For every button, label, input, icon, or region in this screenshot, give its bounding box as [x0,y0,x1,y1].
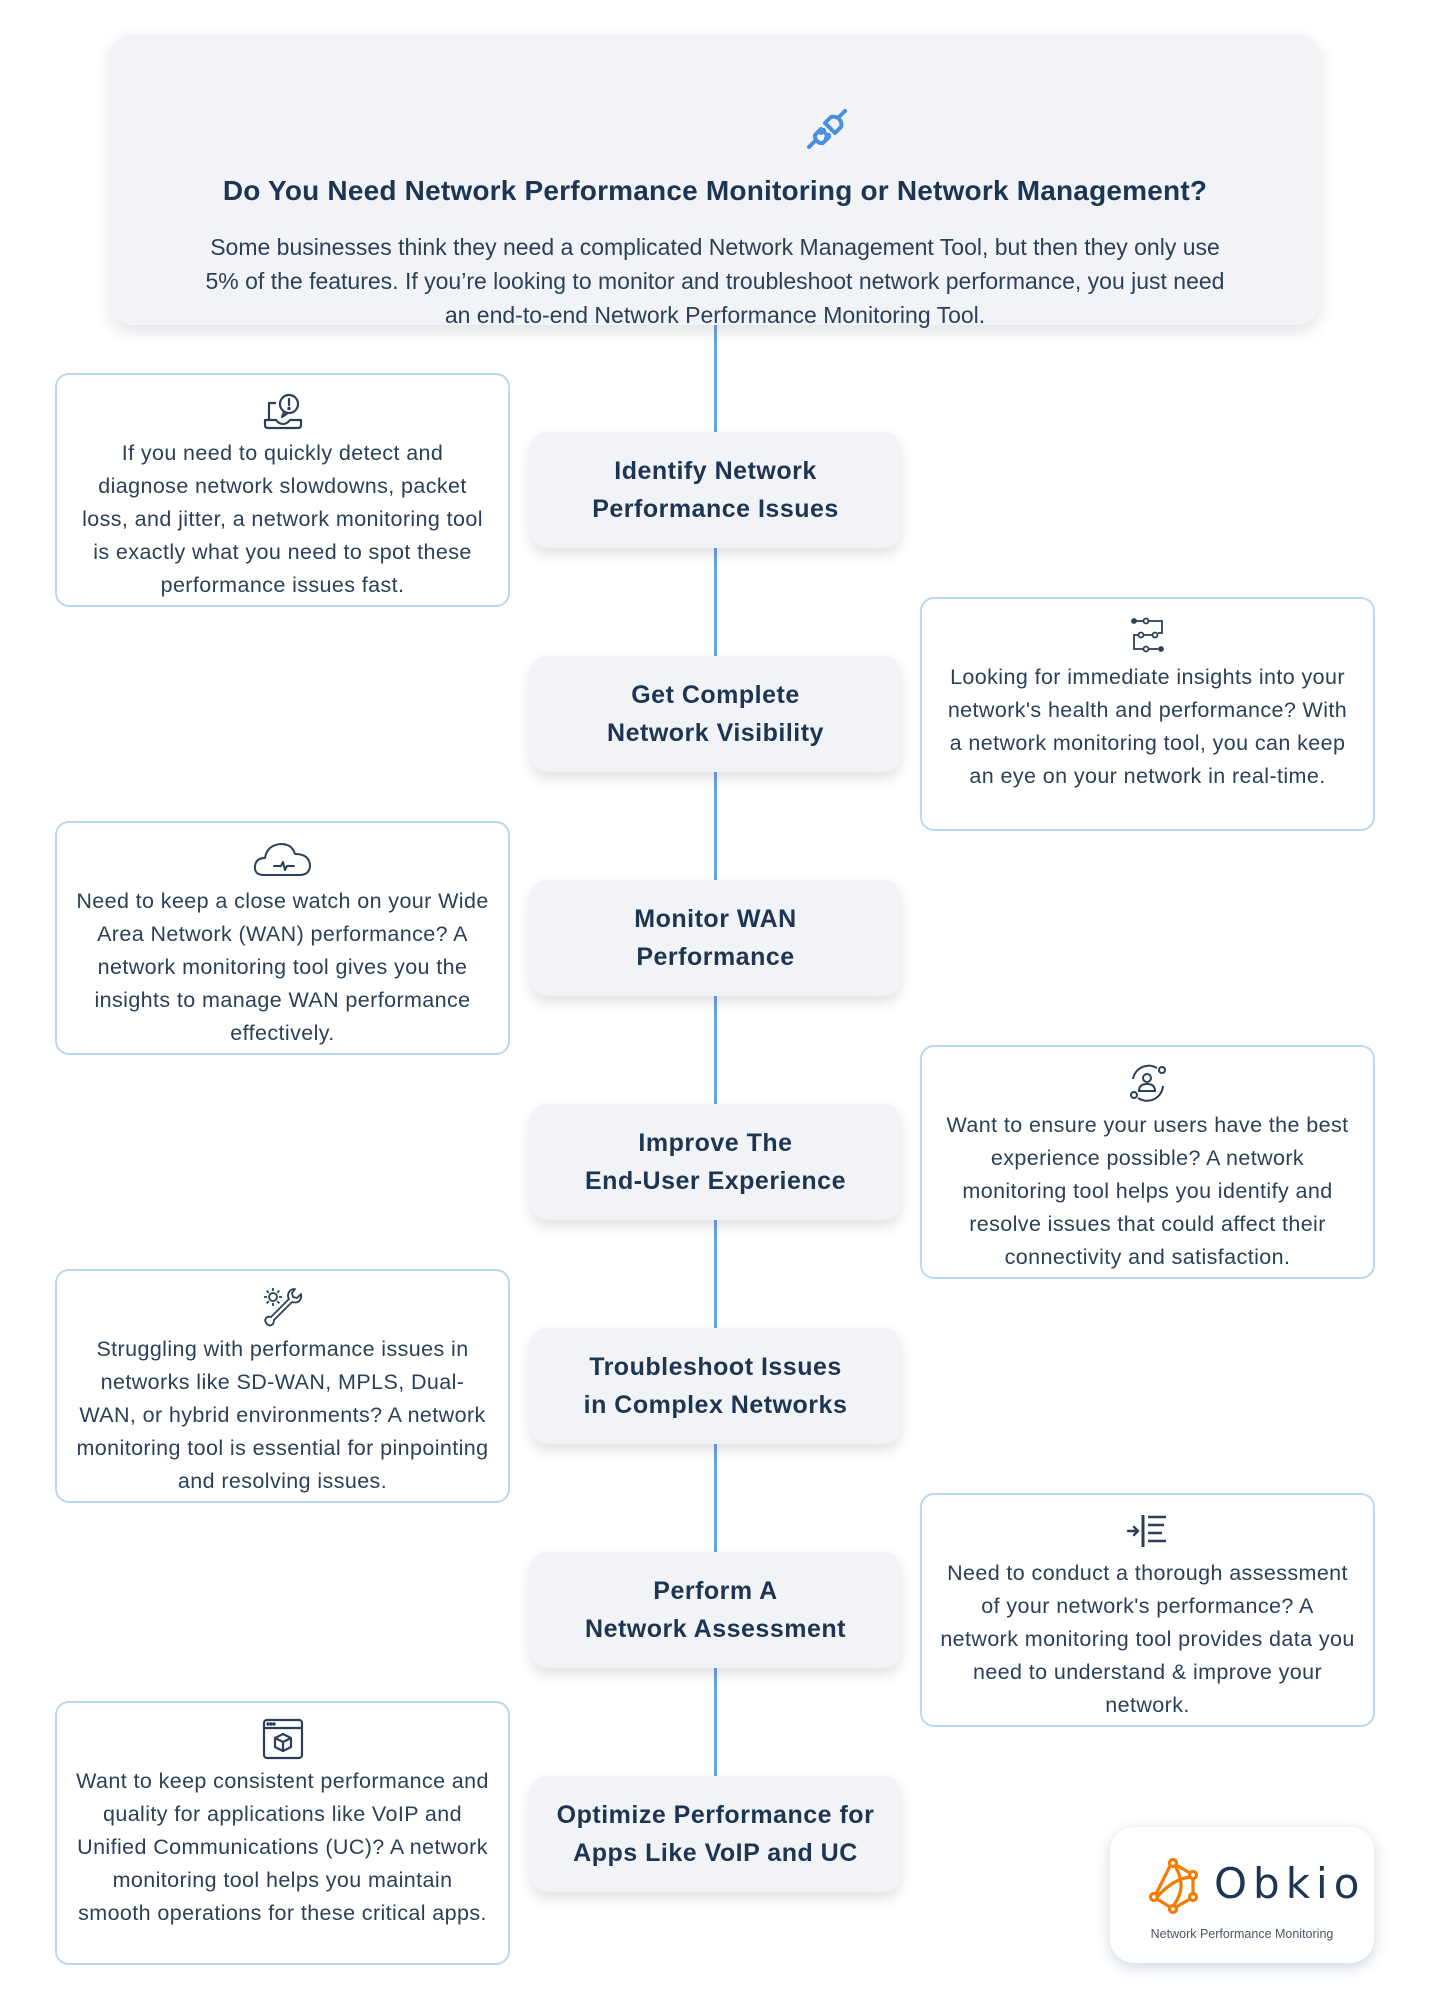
card-text: Struggling with performance issues in ne… [76,1337,489,1493]
info-card-network-assessment: Need to conduct a thorough assessment of… [920,1493,1375,1727]
info-card-identify-issues: If you need to quickly detect and diagno… [55,373,510,607]
step-label-line: Troubleshoot Issues [589,1353,842,1381]
step-monitor-wan: Monitor WAN Performance [531,880,900,996]
step-optimize-voip-uc: Optimize Performance for Apps Like VoIP a… [531,1776,900,1892]
laptop-alert-icon [57,385,508,437]
user-cycle-icon [922,1057,1373,1109]
page-title: Do You Need Network Performance Monitori… [222,175,1208,206]
step-label-line: Performance Issues [592,495,839,523]
step-label-line: Apps Like VoIP and UC [573,1839,858,1867]
cloud-pulse-icon [57,833,508,885]
step-label-line: End-User Experience [585,1167,846,1195]
step-label-line: in Complex Networks [583,1391,848,1419]
header-panel: Do You Need Network Performance Monitori… [111,35,1319,328]
step-label-line: Network Visibility [607,719,824,747]
card-text: If you need to quickly detect and diagno… [82,441,483,597]
info-card-end-user-experience: Want to ensure your users have the best … [920,1045,1375,1279]
step-end-user-experience: Improve The End-User Experience [531,1104,900,1220]
step-label-line: Performance [636,943,795,971]
step-label-line: Network Assessment [585,1615,846,1643]
step-label-line: Optimize Performance for [556,1801,875,1829]
gear-wrench-icon [57,1281,508,1333]
step-label-line: Get Complete [631,681,800,709]
info-card-troubleshoot-complex: Struggling with performance issues in ne… [55,1269,510,1503]
step-label-line: Improve The [638,1129,793,1157]
brand-tagline: Network Performance Monitoring [1150,1927,1334,1941]
step-troubleshoot-complex: Troubleshoot Issues in Complex Networks [531,1328,900,1444]
plug-icon [801,103,853,155]
obkio-logo-card: Obkio Network Performance Monitoring [1110,1827,1374,1963]
card-text: Looking for immediate insights into your… [947,665,1348,788]
header-description: Some businesses think they need a compli… [205,234,1225,328]
card-text: Want to ensure your users have the best … [946,1113,1349,1269]
step-network-visibility: Get Complete Network Visibility [531,656,900,772]
step-label-line: Monitor WAN [634,905,797,933]
step-label-line: Identify Network [614,457,817,485]
step-network-assessment: Perform A Network Assessment [531,1552,900,1668]
info-card-optimize-voip-uc: Want to keep consistent performance and … [55,1701,510,1965]
network-nodes-icon [922,609,1373,661]
card-text: Need to conduct a thorough assessment of… [940,1561,1355,1717]
obkio-logo-icon [1148,1857,1206,1920]
info-card-monitor-wan: Need to keep a close watch on your Wide … [55,821,510,1055]
card-text: Want to keep consistent performance and … [76,1769,489,1925]
brand-name: Obkio [1214,1859,1366,1908]
app-window-cube-icon [57,1713,508,1765]
indent-list-icon [922,1505,1373,1557]
info-card-network-visibility: Looking for immediate insights into your… [920,597,1375,831]
step-label-line: Perform A [653,1577,778,1605]
step-identify-issues: Identify Network Performance Issues [531,432,900,548]
card-text: Need to keep a close watch on your Wide … [76,889,489,1045]
